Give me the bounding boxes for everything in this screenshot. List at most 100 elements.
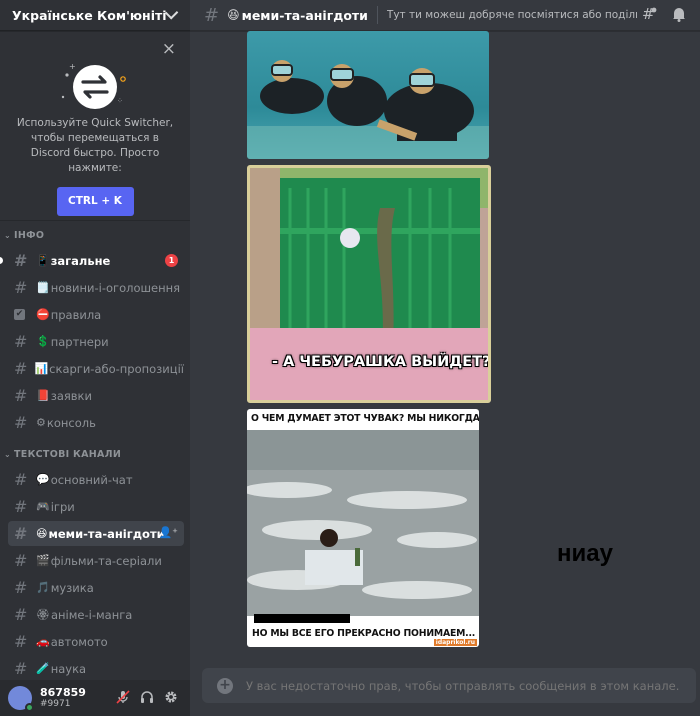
- channel-label: правила: [50, 307, 102, 322]
- hash-icon: #: [14, 524, 28, 543]
- hash-icon: #: [14, 497, 28, 516]
- category-label: ІНФО: [14, 229, 45, 241]
- category-text-channels[interactable]: ⌄ ТЕКСТОВІ КАНАЛИ: [0, 446, 190, 462]
- message-text: ниау: [557, 540, 613, 567]
- channel-zaiavky[interactable]: # 📕 заявки: [8, 383, 184, 408]
- channel-label: новини-і-оголошення: [50, 280, 181, 295]
- headphones-icon[interactable]: [140, 690, 154, 708]
- hash-icon: #: [14, 386, 28, 405]
- channel-memy[interactable]: # 😆 меми-та-анігдоти 👤⁺: [8, 521, 184, 546]
- hash-icon: #: [14, 551, 28, 570]
- channel-emoji: 🎮: [36, 500, 50, 513]
- channel-emoji: 🎵: [36, 581, 50, 594]
- close-icon[interactable]: ×: [162, 41, 176, 58]
- channel-zahalne[interactable]: # 📱 загальне 1: [0, 248, 184, 273]
- rules-check-icon: ✔: [14, 309, 25, 320]
- channel-nauka[interactable]: # 🧪 наука: [8, 656, 184, 681]
- quick-switcher-text: Используйте Quick Switcher, чтобы переме…: [16, 117, 174, 174]
- channel-emoji: 📕: [36, 389, 50, 402]
- channel-novyny[interactable]: # 🗒️ новини-і-оголошення: [8, 275, 184, 300]
- channel-partnery[interactable]: # 💲 партнери: [8, 329, 184, 354]
- username: 867859: [40, 685, 86, 699]
- message-composer: +: [202, 668, 696, 703]
- channel-konsol[interactable]: # ⚙ консоль: [8, 410, 184, 435]
- message-input[interactable]: [246, 678, 686, 693]
- channel-emoji: 😆: [227, 8, 240, 22]
- channel-label: партнери: [50, 334, 109, 349]
- user-panel: 867859 #9971: [0, 680, 190, 716]
- hash-icon: #: [14, 470, 28, 489]
- category-info[interactable]: ⌄ ІНФО: [0, 227, 190, 243]
- channel-emoji: 🏵: [36, 608, 50, 621]
- channel-skarhy[interactable]: # 📊 скарги-або-пропозиції: [8, 356, 184, 381]
- channel-emoji: 🎬: [36, 554, 50, 567]
- invite-icon[interactable]: 👤⁺: [158, 526, 178, 539]
- hash-icon: #: [14, 632, 28, 651]
- add-attachment-icon[interactable]: +: [217, 677, 233, 694]
- channel-label: наука: [50, 661, 87, 676]
- channel-sidebar: Українське Ком'юніті × ⁘ + Используйте Q…: [0, 0, 190, 716]
- meme-image-sea[interactable]: О ЧЕМ ДУМАЕТ ЭТОТ ЧУВАК? МЫ НИКОГДА НЕ У…: [247, 409, 479, 647]
- channel-osnovnyi-chat[interactable]: # 💬 основний-чат: [8, 467, 184, 492]
- channel-header: # 😆 меми-та-анігдоти Тут ти можеш добряч…: [190, 0, 700, 31]
- channel-label: основний-чат: [50, 472, 133, 487]
- channel-label: фільми-та-серіали: [50, 553, 162, 568]
- chevron-down-icon: ⌄: [4, 449, 12, 459]
- channel-emoji: 💬: [36, 473, 50, 486]
- chevron-down-icon: ⌄: [4, 230, 12, 240]
- hash-icon: #: [14, 251, 28, 270]
- threads-icon[interactable]: #: [642, 5, 658, 26]
- channel-topic[interactable]: Тут ти можеш добряче посміятися або поді…: [387, 9, 637, 21]
- channel-emoji: ⚙: [36, 416, 46, 429]
- channel-emoji: 🗒️: [36, 281, 50, 294]
- discord-app: Українське Ком'юніті × ⁘ + Используйте Q…: [0, 0, 700, 716]
- channel-label: скарги-або-пропозиції: [49, 361, 184, 376]
- channel-label: автомото: [50, 634, 108, 649]
- channel-label: аніме-і-манга: [50, 607, 133, 622]
- quick-switcher-tip: × ⁘ + Используйте Quick Switcher, чтобы …: [0, 31, 190, 221]
- channel-emoji: ⛔: [36, 308, 50, 321]
- meme-image-divers[interactable]: [247, 31, 489, 159]
- meme-bottom-text: НО МЫ ВСЕ ЕГО ПРЕКРАСНО ПОНИМАЕМ...: [252, 628, 476, 639]
- online-status-icon: [25, 703, 34, 712]
- channel-label: консоль: [46, 415, 96, 430]
- notification-bell-icon[interactable]: [672, 6, 686, 26]
- hash-icon: #: [14, 659, 28, 678]
- channel-pravyla[interactable]: ✔ ⛔ правила: [8, 302, 184, 327]
- redaction-bar: [254, 614, 350, 623]
- mute-microphone-icon[interactable]: [116, 690, 130, 708]
- meme-watermark: idaprikol.ru: [433, 639, 477, 646]
- channel-label: ігри: [50, 499, 75, 514]
- quick-switcher-button[interactable]: CTRL + K: [56, 187, 134, 216]
- avatar[interactable]: [8, 686, 34, 712]
- mention-badge: 1: [165, 254, 178, 267]
- settings-gear-icon[interactable]: [164, 690, 178, 708]
- hash-icon: #: [14, 578, 28, 597]
- meme-image-crocodile[interactable]: - А ЧЕБУРАШКА ВЫЙДЕТ?: [247, 165, 491, 403]
- channel-emoji: 😆: [36, 527, 48, 540]
- channel-anime[interactable]: # 🏵 аніме-і-манга: [8, 602, 184, 627]
- channel-title: меми-та-анігдоти: [241, 7, 368, 23]
- channel-muzyka[interactable]: # 🎵 музика: [8, 575, 184, 600]
- channel-filmy[interactable]: # 🎬 фільми-та-серіали: [8, 548, 184, 573]
- channel-avtomoto[interactable]: # 🚗 автомото: [8, 629, 184, 654]
- meme-caption-crocodile: - А ЧЕБУРАШКА ВЫЙДЕТ?: [272, 354, 491, 370]
- hash-icon: #: [14, 278, 28, 297]
- switch-arrows-icon: ⁘ +: [55, 57, 135, 117]
- channel-label: музика: [50, 580, 94, 595]
- channel-ihry[interactable]: # 🎮 ігри: [8, 494, 184, 519]
- channel-label: меми-та-анігдоти: [48, 526, 165, 541]
- guild-header[interactable]: Українське Ком'юніті: [0, 0, 190, 31]
- channel-emoji: 💲: [36, 335, 50, 348]
- channel-emoji: 📱: [36, 254, 50, 267]
- hash-icon: #: [14, 605, 28, 624]
- unread-pill: [0, 257, 3, 264]
- channel-emoji: 🧪: [36, 662, 50, 675]
- channel-label: загальне: [50, 253, 111, 268]
- category-label: ТЕКСТОВІ КАНАЛИ: [14, 448, 122, 460]
- meme-top-text: О ЧЕМ ДУМАЕТ ЭТОТ ЧУВАК? МЫ НИКОГДА НЕ У…: [251, 413, 479, 424]
- hash-icon: #: [14, 332, 28, 351]
- channel-emoji: 📊: [34, 362, 49, 375]
- hash-icon: #: [14, 359, 28, 378]
- svg-text:⁘: ⁘: [117, 97, 123, 105]
